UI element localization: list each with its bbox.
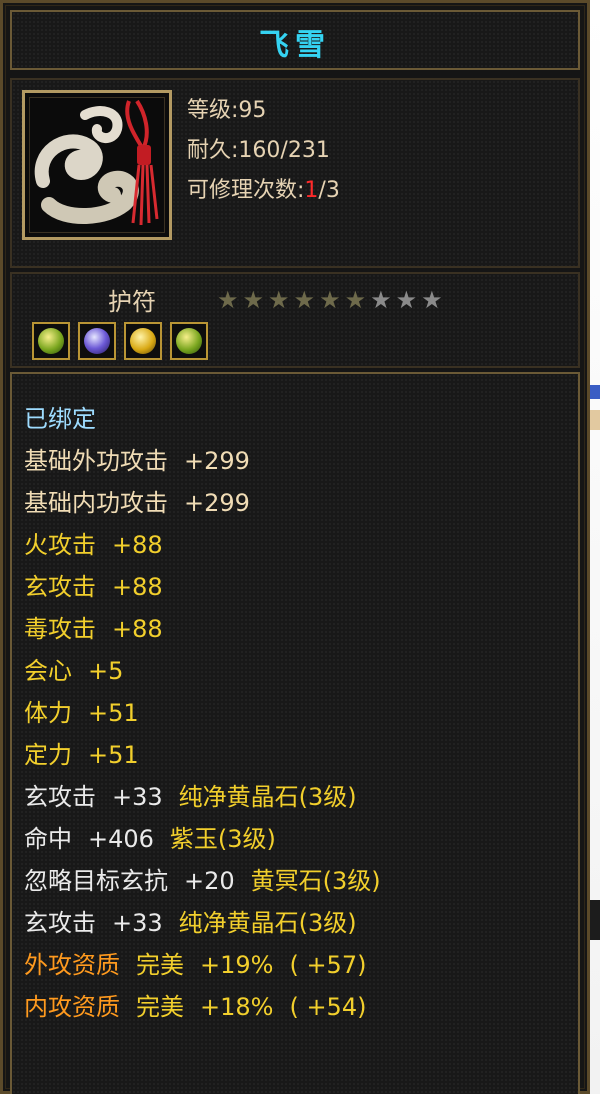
attribute-line: 内攻资质 完美 +18% ( +54) bbox=[24, 986, 381, 1028]
jade-pendant-icon bbox=[25, 93, 163, 231]
durability-label: 耐久: bbox=[187, 138, 239, 163]
attribute-text: +18% bbox=[200, 993, 274, 1021]
star-filled-icon: ★ bbox=[319, 286, 341, 314]
gem-slot[interactable] bbox=[32, 322, 70, 360]
attribute-line: 毒攻击 +88 bbox=[24, 608, 381, 650]
attribute-text: ( +57) bbox=[289, 951, 367, 979]
attribute-text: 已绑定 bbox=[24, 405, 96, 433]
attribute-line: 外攻资质 完美 +19% ( +57) bbox=[24, 944, 381, 986]
attribute-text: 完美 bbox=[136, 993, 184, 1021]
attribute-line: 定力 +51 bbox=[24, 734, 381, 776]
attribute-text: 玄攻击 bbox=[24, 909, 96, 937]
edge-fragment bbox=[590, 410, 600, 430]
attribute-line: 玄攻击 +33 纯净黄晶石(3级) bbox=[24, 776, 381, 818]
star-filled-icon: ★ bbox=[293, 286, 316, 314]
star-filled-icon: ★ bbox=[217, 286, 239, 314]
attribute-text: 忽略目标玄抗 bbox=[24, 867, 168, 895]
attribute-text: +88 bbox=[112, 615, 163, 643]
attribute-text: +88 bbox=[112, 573, 163, 601]
attribute-text: 纯净黄晶石(3级) bbox=[178, 909, 357, 937]
item-repair-count: 可修理次数:1/3 bbox=[187, 172, 340, 204]
attribute-text: 会心 bbox=[24, 657, 72, 685]
attribute-text: +51 bbox=[88, 741, 139, 769]
edge-fragment bbox=[590, 900, 600, 940]
item-durability: 耐久:160/231 bbox=[187, 132, 330, 164]
attribute-text: 玄攻击 bbox=[24, 783, 96, 811]
background-edge bbox=[590, 0, 600, 1094]
star-filled-icon: ★ bbox=[242, 286, 265, 314]
gem-slot[interactable] bbox=[78, 322, 116, 360]
durability-value: 160/231 bbox=[238, 138, 330, 163]
attribute-text: 外攻资质 bbox=[24, 951, 120, 979]
attribute-text: ( +54) bbox=[289, 993, 367, 1021]
info-panel: 等级:95 耐久:160/231 可修理次数:1/3 bbox=[10, 78, 580, 268]
attribute-text: +33 bbox=[112, 783, 163, 811]
repair-label: 可修理次数: bbox=[187, 178, 305, 203]
attribute-text: +20 bbox=[184, 867, 235, 895]
attributes-panel: 已绑定基础外功攻击 +299 基础内功攻击 +299 火攻击 +88 玄攻击 +88 毒攻击 +8… bbox=[10, 372, 580, 1094]
edge-fragment bbox=[590, 385, 600, 399]
attribute-line: 已绑定 bbox=[24, 398, 381, 440]
attribute-line: 体力 +51 bbox=[24, 692, 381, 734]
attribute-text: +406 bbox=[88, 825, 154, 853]
attribute-text: +299 bbox=[184, 447, 250, 475]
attribute-text: 完美 bbox=[136, 951, 184, 979]
item-level: 等级:95 bbox=[187, 98, 267, 123]
attribute-text: 紫玉(3级) bbox=[169, 825, 276, 853]
attribute-text: 内攻资质 bbox=[24, 993, 120, 1021]
attribute-text: 黄冥石(3级) bbox=[250, 867, 381, 895]
attribute-line: 命中 +406 紫玉(3级) bbox=[24, 818, 381, 860]
attribute-text: 火攻击 bbox=[24, 531, 96, 559]
attribute-line: 忽略目标玄抗 +20 黄冥石(3级) bbox=[24, 860, 381, 902]
attribute-text: +51 bbox=[88, 699, 139, 727]
attribute-text: 体力 bbox=[24, 699, 72, 727]
blue-purple-gem-icon bbox=[84, 328, 110, 354]
attribute-text: 命中 bbox=[24, 825, 72, 853]
green-yellow-gem-icon bbox=[38, 328, 64, 354]
item-name: 飞雪 bbox=[259, 28, 331, 63]
attribute-text: 定力 bbox=[24, 741, 72, 769]
attribute-line: 基础内功攻击 +299 bbox=[24, 482, 381, 524]
star-empty-icon: ★ bbox=[395, 286, 418, 314]
attribute-line: 会心 +5 bbox=[24, 650, 381, 692]
attribute-text: +5 bbox=[88, 657, 124, 685]
item-icon-frame bbox=[22, 90, 172, 240]
star-filled-icon: ★ bbox=[344, 286, 367, 314]
yellow-crystal-gem-icon bbox=[130, 328, 156, 354]
gem-slot[interactable] bbox=[170, 322, 208, 360]
attribute-text: 基础外功攻击 bbox=[24, 447, 168, 475]
attribute-line: 玄攻击 +33 纯净黄晶石(3级) bbox=[24, 902, 381, 944]
attribute-text: +33 bbox=[112, 909, 163, 937]
attribute-text: 毒攻击 bbox=[24, 615, 96, 643]
repair-used: 1 bbox=[304, 178, 319, 203]
attribute-text: 纯净黄晶石(3级) bbox=[178, 783, 357, 811]
star-filled-icon: ★ bbox=[268, 286, 290, 314]
attribute-text: 玄攻击 bbox=[24, 573, 96, 601]
type-panel: 护符 ★ ★ ★ ★ ★ ★ ★ ★ ★ bbox=[10, 272, 580, 368]
attribute-line: 基础外功攻击 +299 bbox=[24, 440, 381, 482]
green-yellow-gem-icon bbox=[176, 328, 202, 354]
attribute-text: +299 bbox=[184, 489, 250, 517]
attribute-line: 火攻击 +88 bbox=[24, 524, 381, 566]
repair-total: /3 bbox=[318, 178, 340, 203]
star-empty-icon: ★ bbox=[421, 286, 443, 314]
star-rating: ★ ★ ★ ★ ★ ★ ★ ★ ★ bbox=[217, 288, 443, 312]
attribute-line: 玄攻击 +88 bbox=[24, 566, 381, 608]
attribute-text: +88 bbox=[112, 531, 163, 559]
gem-slots bbox=[32, 322, 208, 360]
attribute-list: 已绑定基础外功攻击 +299 基础内功攻击 +299 火攻击 +88 玄攻击 +88 毒攻击 +8… bbox=[24, 398, 381, 1028]
title-panel: 飞雪 bbox=[10, 10, 580, 70]
attribute-text: 基础内功攻击 bbox=[24, 489, 168, 517]
star-empty-icon: ★ bbox=[370, 286, 392, 314]
gem-slot[interactable] bbox=[124, 322, 162, 360]
attribute-text: +19% bbox=[200, 951, 274, 979]
item-type: 护符 bbox=[108, 288, 156, 316]
